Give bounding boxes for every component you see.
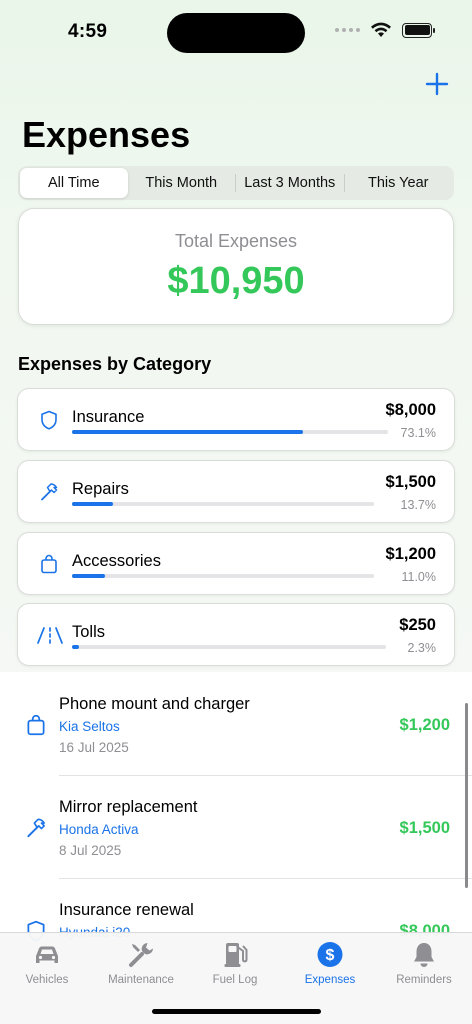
expense-amount: $1,500	[399, 819, 450, 837]
time-filter-segmented-control: All Time This Month Last 3 Months This Y…	[18, 166, 454, 200]
road-icon	[37, 627, 63, 644]
scroll-indicator[interactable]	[465, 703, 468, 888]
plus-icon	[425, 72, 449, 96]
filter-last-3-months[interactable]: Last 3 Months	[236, 168, 344, 198]
tab-vehicles[interactable]: Vehicles	[0, 939, 94, 986]
filter-all-time[interactable]: All Time	[20, 168, 128, 198]
tab-label: Reminders	[396, 974, 452, 986]
category-name: Insurance	[72, 408, 145, 426]
category-progress-bar	[72, 645, 386, 649]
expense-vehicle: Kia Seltos	[59, 719, 120, 734]
battery-icon	[402, 22, 435, 38]
category-name: Tolls	[72, 623, 106, 641]
tab-label: Vehicles	[25, 974, 69, 986]
expense-date: 8 Jul 2025	[59, 843, 122, 858]
fuel-pump-icon	[224, 943, 248, 967]
category-progress-fill	[72, 574, 106, 578]
category-progress-bar	[72, 574, 374, 578]
expense-title: Phone mount and charger	[59, 695, 250, 713]
expense-row[interactable]: Mirror replacement Honda Activa 8 Jul 20…	[0, 776, 472, 879]
shield-icon	[41, 410, 57, 430]
cellular-signal-icon	[335, 28, 360, 32]
tab-label: Fuel Log	[212, 974, 258, 986]
category-progress-bar	[72, 502, 374, 506]
filter-this-month[interactable]: This Month	[128, 168, 236, 198]
expenses-screen: 4:59 Expenses All Time This Month Last 3…	[0, 0, 472, 1024]
svg-text:$: $	[326, 947, 335, 964]
status-icons	[335, 22, 435, 38]
category-card-tolls[interactable]: Tolls $250 2.3%	[17, 603, 455, 666]
category-progress-bar	[72, 430, 388, 434]
expense-amount: $1,200	[399, 716, 450, 734]
bag-icon	[27, 714, 45, 736]
category-section-title: Expenses by Category	[18, 354, 212, 374]
dollar-icon: $	[317, 942, 343, 967]
expense-title: Mirror replacement	[59, 798, 198, 816]
category-amount: $1,200	[385, 545, 436, 563]
category-progress-fill	[72, 645, 80, 649]
wifi-icon	[371, 22, 391, 37]
category-card-accessories[interactable]: Accessories $1,200 11.0%	[17, 532, 455, 595]
bell-icon	[414, 943, 434, 967]
wrench-icon	[129, 943, 153, 967]
add-expense-button[interactable]	[424, 71, 450, 97]
expense-vehicle: Honda Activa	[59, 822, 139, 837]
category-percent: 13.7%	[400, 498, 436, 512]
category-amount: $250	[399, 616, 436, 634]
category-percent: 11.0%	[401, 570, 436, 584]
category-name: Repairs	[72, 480, 129, 498]
category-progress-fill	[72, 502, 114, 506]
tab-label: Expenses	[304, 974, 356, 986]
total-expenses-card: Total Expenses $10,950	[18, 208, 454, 325]
car-icon	[36, 946, 58, 963]
bag-icon	[41, 554, 57, 574]
category-amount: $1,500	[385, 473, 436, 491]
expense-date: 16 Jul 2025	[59, 740, 129, 755]
home-indicator	[152, 1009, 321, 1014]
page-title: Expenses	[22, 114, 191, 155]
category-percent: 2.3%	[407, 641, 437, 655]
category-card-insurance[interactable]: Insurance $8,000 73.1%	[17, 388, 455, 451]
tab-fuel-log[interactable]: Fuel Log	[188, 939, 282, 986]
category-progress-fill	[72, 430, 303, 434]
hammer-icon	[27, 818, 45, 838]
tab-label: Maintenance	[108, 974, 174, 986]
tab-reminders[interactable]: Reminders	[377, 939, 471, 986]
category-amount: $8,000	[385, 401, 436, 419]
category-name: Accessories	[72, 552, 161, 570]
status-time: 4:59	[68, 21, 108, 42]
hammer-icon	[41, 483, 58, 501]
total-expenses-value: $10,950	[167, 260, 305, 302]
dynamic-island	[167, 13, 305, 53]
category-card-repairs[interactable]: Repairs $1,500 13.7%	[17, 460, 455, 523]
tab-maintenance[interactable]: Maintenance	[94, 939, 188, 986]
tab-expenses[interactable]: $ Expenses	[283, 939, 377, 986]
total-expenses-label: Total Expenses	[174, 231, 298, 251]
category-percent: 73.1%	[400, 426, 436, 440]
expense-row[interactable]: Phone mount and charger Kia Seltos 16 Ju…	[0, 673, 472, 776]
filter-this-year[interactable]: This Year	[345, 168, 453, 198]
expense-title: Insurance renewal	[59, 901, 194, 919]
